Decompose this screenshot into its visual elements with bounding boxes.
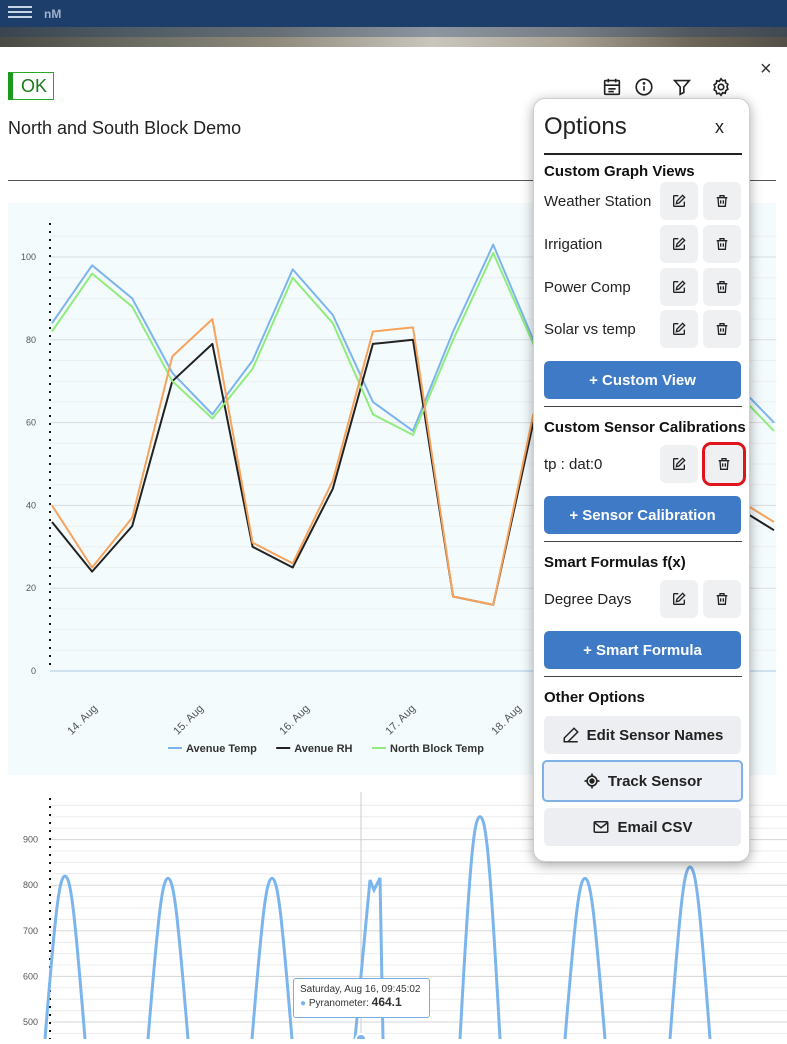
graph-view-label: Power Comp xyxy=(544,279,631,296)
add-smart-formula-button[interactable]: + Smart Formula xyxy=(544,631,741,669)
delete-solar-vs-temp-button[interactable] xyxy=(703,310,741,348)
calendar-icon[interactable] xyxy=(601,76,623,98)
graph-view-label: Irrigation xyxy=(544,236,603,253)
divider xyxy=(544,153,742,155)
x-tick-label: 17. Aug xyxy=(383,703,418,738)
series-dot-icon: ● xyxy=(300,998,307,1009)
legend-item: North Block Temp xyxy=(390,743,484,755)
add-custom-view-button[interactable]: + Custom View xyxy=(544,361,741,399)
y-tick-label: 0 xyxy=(31,666,36,676)
options-title: Options xyxy=(544,113,627,140)
y-tick-label: 900 xyxy=(23,835,38,845)
email-csv-button[interactable]: Email CSV xyxy=(544,808,741,846)
legend-item: Avenue RH xyxy=(294,743,352,755)
section-title-other-options: Other Options xyxy=(544,689,645,706)
track-sensor-label: Track Sensor xyxy=(607,772,703,790)
status-badge: OK xyxy=(8,72,55,100)
divider xyxy=(544,676,742,677)
edit-icon xyxy=(673,237,686,250)
settings-icon[interactable] xyxy=(710,76,732,98)
hero-overlay xyxy=(0,27,787,37)
edit-sensor-names-label: Edit Sensor Names xyxy=(586,726,724,744)
series-line xyxy=(250,876,294,1040)
calibration-label: tp : dat:0 xyxy=(544,456,603,473)
x-tick-label: 15. Aug xyxy=(171,703,206,738)
trash-icon xyxy=(716,238,728,250)
edit-icon xyxy=(673,194,686,207)
divider xyxy=(544,541,742,542)
edit-irrigation-button[interactable] xyxy=(660,225,698,263)
top-app-bar: nM xyxy=(0,0,787,27)
email-csv-label: Email CSV xyxy=(617,818,693,836)
y-tick-label: 100 xyxy=(21,252,36,262)
section-title-smart-formulas: Smart Formulas f(x) xyxy=(544,554,686,571)
y-tick-label: 40 xyxy=(26,500,36,510)
legend-item: Avenue Temp xyxy=(186,743,257,755)
tooltip-value: 464.1 xyxy=(371,995,402,1009)
menu-icon[interactable] xyxy=(8,3,32,19)
y-tick-label: 700 xyxy=(23,926,38,936)
x-tick-label: 16. Aug xyxy=(277,703,312,738)
options-panel: Options x Custom Graph Views Weather Sta… xyxy=(533,98,750,862)
x-tick-label: 14. Aug xyxy=(65,703,100,738)
trash-icon xyxy=(716,195,728,207)
hover-point xyxy=(355,1033,367,1044)
pencil-icon xyxy=(563,727,579,743)
delete-power-comp-button[interactable] xyxy=(703,268,741,306)
edit-sensor-names-button[interactable]: Edit Sensor Names xyxy=(544,716,741,754)
delete-weather-station-button[interactable] xyxy=(703,182,741,220)
brand-label: nM xyxy=(44,7,62,21)
filter-icon[interactable] xyxy=(671,76,693,98)
series-line xyxy=(563,876,607,1040)
tooltip-series: Pyranometer xyxy=(308,998,367,1009)
series-line xyxy=(146,876,190,1040)
y-tick-label: 80 xyxy=(26,335,36,345)
formula-label: Degree Days xyxy=(544,591,632,608)
edit-weather-station-button[interactable] xyxy=(660,182,698,220)
edit-icon xyxy=(673,322,686,335)
tooltip-value-row: ● Pyranometer: 464.1 xyxy=(300,995,402,1009)
edit-power-comp-button[interactable] xyxy=(660,268,698,306)
mail-icon xyxy=(593,821,609,833)
graph-view-label: Weather Station xyxy=(544,193,652,210)
edit-solar-vs-temp-button[interactable] xyxy=(660,310,698,348)
chart-tooltip: Saturday, Aug 16, 09:45:02 ● Pyranometer… xyxy=(293,978,430,1018)
edit-degree-days-button[interactable] xyxy=(660,580,698,618)
trash-icon xyxy=(716,593,728,605)
series-line xyxy=(668,865,712,1040)
add-sensor-calibration-button[interactable]: + Sensor Calibration xyxy=(544,496,741,534)
info-icon[interactable] xyxy=(633,76,655,98)
delete-degree-days-button[interactable] xyxy=(703,580,741,618)
y-tick-label: 600 xyxy=(23,971,38,981)
widget-close-button[interactable]: × xyxy=(760,58,772,81)
delete-irrigation-button[interactable] xyxy=(703,225,741,263)
section-title-custom-sensor-calibrations: Custom Sensor Calibrations xyxy=(544,419,746,436)
x-tick-label: 18. Aug xyxy=(489,703,524,738)
tooltip-date: Saturday, Aug 16, 09:45:02 xyxy=(300,984,421,995)
edit-icon xyxy=(673,592,686,605)
edit-icon xyxy=(673,457,686,470)
delete-calibration-button[interactable] xyxy=(702,442,746,486)
options-close-button[interactable]: x xyxy=(715,117,724,138)
section-title-custom-graph-views: Custom Graph Views xyxy=(544,163,695,180)
trash-icon xyxy=(718,458,730,470)
series-line xyxy=(458,815,502,1040)
y-tick-label: 500 xyxy=(23,1017,38,1027)
edit-icon xyxy=(673,280,686,293)
graph-view-label: Solar vs temp xyxy=(544,321,636,338)
divider xyxy=(544,406,742,407)
y-tick-label: 20 xyxy=(26,583,36,593)
trash-icon xyxy=(716,281,728,293)
crosshair-icon xyxy=(584,773,600,789)
y-tick-label: 800 xyxy=(23,880,38,890)
trash-icon xyxy=(716,323,728,335)
track-sensor-button[interactable]: Track Sensor xyxy=(542,760,743,802)
y-tick-label: 60 xyxy=(26,418,36,428)
edit-calibration-button[interactable] xyxy=(660,445,698,483)
page-title: North and South Block Demo xyxy=(8,118,242,138)
